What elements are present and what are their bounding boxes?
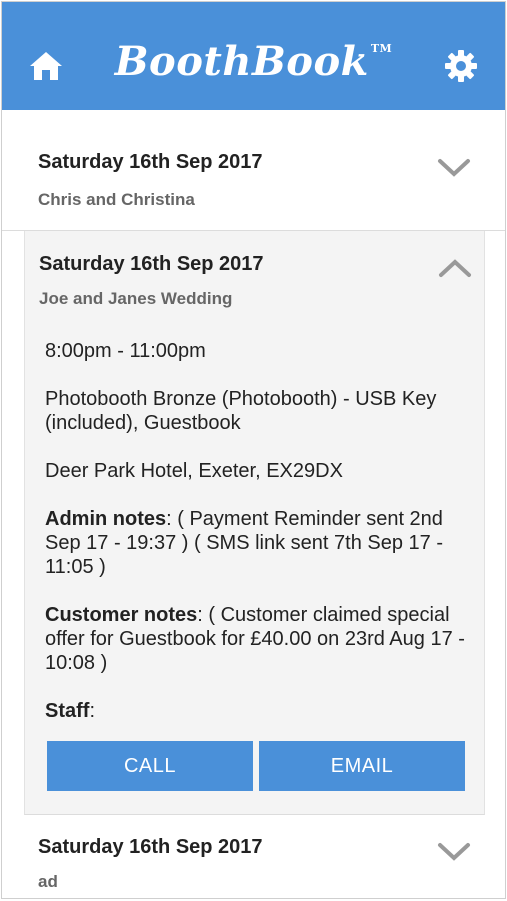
chevron-down-icon[interactable] [437, 157, 471, 179]
logo-text: BoothBook [114, 38, 369, 85]
booking-item-expanded: Saturday 16th Sep 2017 Joe and Janes Wed… [24, 231, 485, 815]
chevron-up-icon[interactable] [438, 257, 472, 279]
booking-date: Saturday 16th Sep 2017 [38, 836, 263, 858]
booking-date: Saturday 16th Sep 2017 [38, 151, 263, 173]
booking-date: Saturday 16th Sep 2017 [39, 253, 264, 275]
action-buttons: CALL EMAIL [47, 741, 465, 791]
app-header: BoothBook TM [2, 2, 505, 110]
gear-icon[interactable] [443, 48, 479, 84]
booking-item[interactable]: Saturday 16th Sep 2017 ad [2, 815, 505, 898]
customer-notes: Customer notes: ( Customer claimed speci… [45, 603, 470, 675]
booking-title: Joe and Janes Wedding [39, 289, 233, 308]
call-button[interactable]: CALL [47, 741, 253, 791]
email-button[interactable]: EMAIL [259, 741, 465, 791]
staff-line: Staff: [45, 699, 470, 723]
booking-item[interactable]: Saturday 16th Sep 2017 Chris and Christi… [2, 110, 505, 231]
booking-title: ad [38, 872, 58, 891]
booking-package: Photobooth Bronze (Photobooth) - USB Key… [45, 388, 437, 434]
admin-notes-label: Admin notes [45, 508, 167, 530]
chevron-down-icon[interactable] [437, 841, 471, 863]
app-logo: BoothBook TM [2, 38, 505, 85]
admin-notes: Admin notes: ( Payment Reminder sent 2nd… [45, 507, 470, 579]
trademark-mark: TM [370, 42, 393, 55]
booking-title: Chris and Christina [38, 190, 195, 209]
booking-venue: Deer Park Hotel, Exeter, EX29DX [45, 460, 343, 482]
customer-notes-label: Customer notes [45, 604, 198, 626]
app-frame: BoothBook TM Saturday 16th Sep 2017 Chri… [1, 1, 506, 899]
staff-text: : [89, 700, 96, 722]
staff-label: Staff [45, 700, 90, 722]
booking-time: 8:00pm - 11:00pm [45, 340, 206, 362]
booking-details: 8:00pm - 11:00pm Photobooth Bronze (Phot… [45, 339, 470, 747]
